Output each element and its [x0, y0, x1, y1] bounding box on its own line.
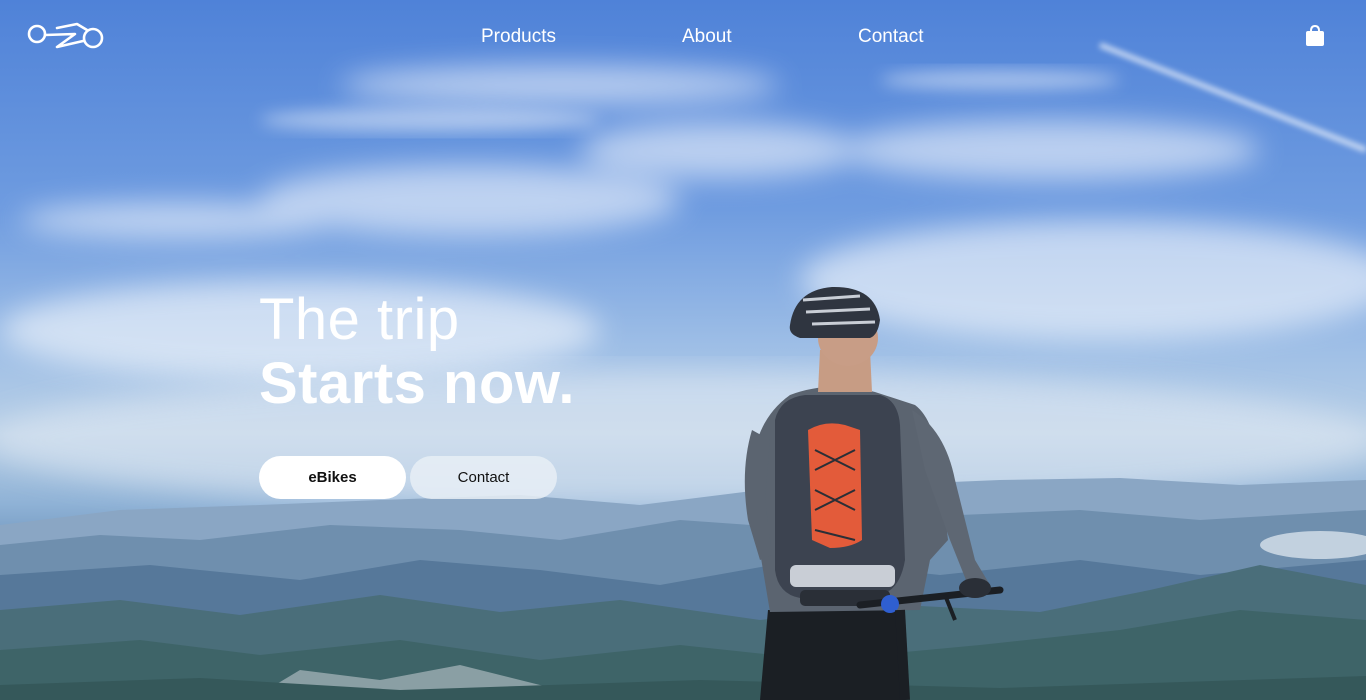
- contact-button[interactable]: Contact: [410, 456, 557, 499]
- shopping-bag-icon[interactable]: [1304, 24, 1326, 48]
- headline-line-2: Starts now.: [259, 351, 575, 416]
- hero-headline: The trip Starts now.: [259, 288, 575, 416]
- cyclist-photo: [744, 286, 1004, 700]
- nav-link-about[interactable]: About: [682, 26, 732, 48]
- top-navigation: Products About Contact: [0, 0, 1366, 76]
- nav-link-products[interactable]: Products: [481, 26, 556, 48]
- hero-section: Products About Contact The trip Starts n…: [0, 0, 1366, 700]
- bike-logo-icon[interactable]: [27, 18, 107, 52]
- ebikes-button[interactable]: eBikes: [259, 456, 406, 499]
- headline-line-1: The trip: [259, 287, 460, 352]
- nav-link-contact[interactable]: Contact: [858, 26, 923, 48]
